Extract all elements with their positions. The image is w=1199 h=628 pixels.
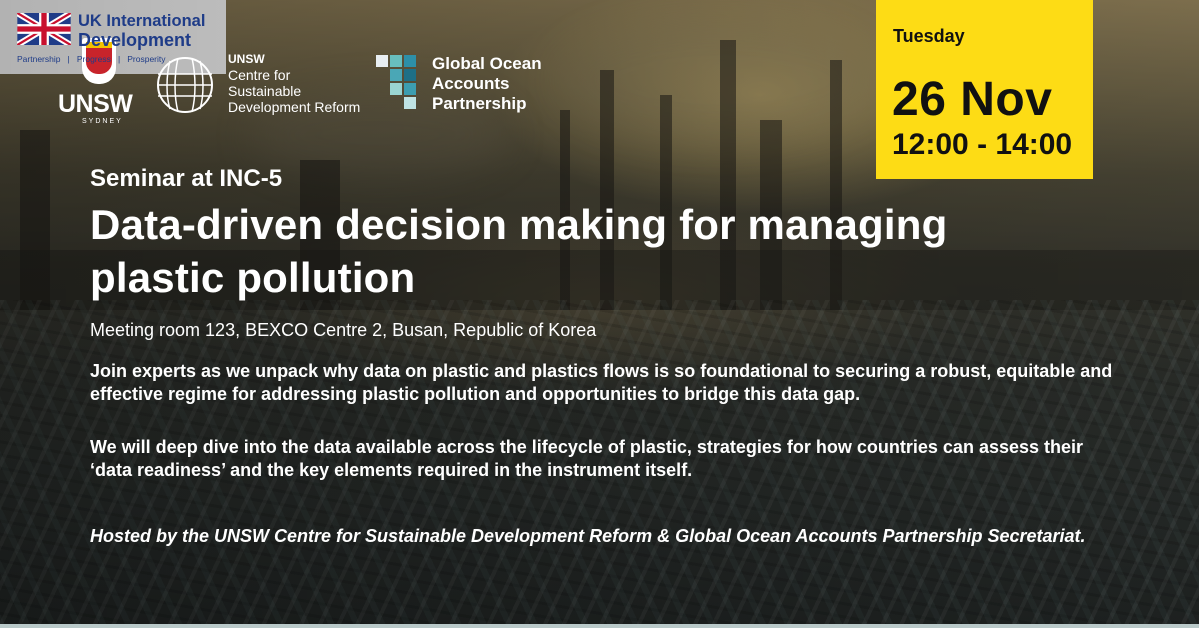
unsw-wordmark: UNSW [58, 90, 133, 118]
goap-logo: Global Ocean Accounts Partnership [376, 55, 556, 115]
ukid-title-line: Development [78, 30, 192, 50]
csdr-name-line: Development Reform [228, 99, 361, 115]
goap-name-line: Global Ocean [432, 54, 542, 73]
ukid-title-line: UK International [78, 12, 206, 30]
date-box: Tuesday 26 Nov 12:00 - 14:00 [876, 0, 1093, 179]
description-paragraph: We will deep dive into the data availabl… [90, 437, 1084, 480]
event-subtitle: Seminar at INC-5 [90, 165, 283, 192]
goap-name-line: Partnership [432, 94, 527, 113]
union-jack-flag-icon [17, 13, 71, 45]
unsw-city-label: SYDNEY [82, 118, 123, 125]
unsw-logo: UNSW SYDNEY [58, 38, 142, 128]
event-title: Data-driven decision making for managing… [90, 201, 948, 301]
csdr-org-label: UNSW [228, 52, 265, 66]
bottom-strip [0, 624, 1199, 628]
event-time: 12:00 - 14:00 [892, 128, 1073, 161]
event-day: Tuesday [893, 26, 965, 46]
globe-icon [157, 57, 213, 113]
csdr-logo: UNSW Centre for Sustainable Development … [156, 52, 376, 118]
csdr-name-line: Sustainable [228, 83, 302, 99]
hosted-by-note: Hosted by the UNSW Centre for Sustainabl… [90, 526, 1086, 546]
csdr-name-line: Centre for [228, 67, 291, 83]
goap-name-line: Accounts [432, 74, 510, 93]
event-banner: UNSW SYDNEY UNSW Centre for Sustainable … [0, 0, 1199, 628]
event-date: 26 Nov [892, 73, 1053, 126]
event-location: Meeting room 123, BEXCO Centre 2, Busan,… [90, 320, 597, 340]
description-paragraph: Join experts as we unpack why data on pl… [90, 361, 1113, 404]
ukid-tagline: Partnership | Progress | Prosperity [17, 54, 166, 64]
